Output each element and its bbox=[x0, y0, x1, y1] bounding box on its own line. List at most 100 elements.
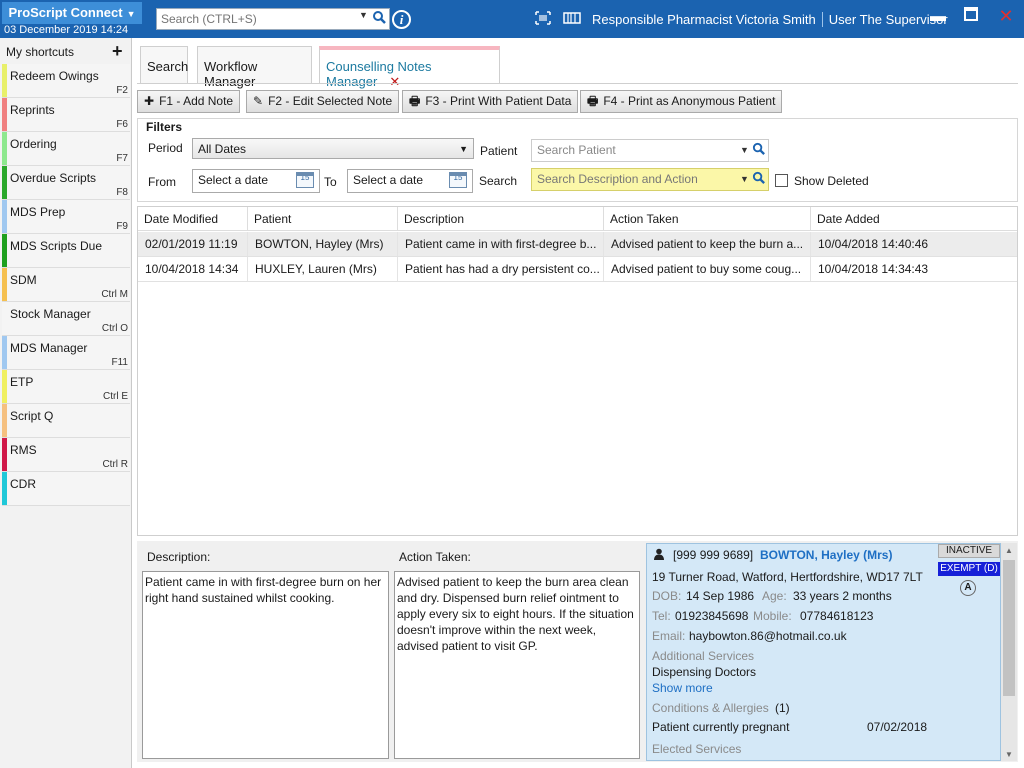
app-brand: ProScript Connect bbox=[8, 5, 123, 20]
shortcut-key: F8 bbox=[116, 187, 128, 198]
scanner-icon[interactable] bbox=[563, 11, 581, 28]
shortcut-item[interactable]: Redeem Owings F2 bbox=[2, 64, 130, 98]
scroll-down-icon[interactable]: ▼ bbox=[1005, 750, 1013, 759]
current-date: 03 December 2019 14:24 bbox=[4, 24, 129, 36]
scrollbar-thumb[interactable] bbox=[1003, 560, 1015, 696]
maximize-button[interactable] bbox=[961, 7, 981, 26]
shortcut-item[interactable]: Ordering F7 bbox=[2, 132, 130, 166]
chevron-down-icon[interactable]: ▼ bbox=[740, 140, 749, 160]
shortcut-item[interactable]: ETP Ctrl E bbox=[2, 370, 130, 404]
chevron-down-icon[interactable]: ▼ bbox=[740, 169, 749, 189]
dob-label: DOB: bbox=[652, 589, 682, 603]
chevron-down-icon: ▼ bbox=[459, 144, 468, 154]
shortcut-color-bar bbox=[2, 370, 7, 403]
table-cell: 10/04/2018 14:34:43 bbox=[818, 262, 929, 276]
app-menu-button[interactable]: ProScript Connect ▼ bbox=[2, 2, 142, 24]
shortcut-key: Ctrl E bbox=[103, 391, 128, 402]
shortcut-color-bar bbox=[2, 472, 7, 505]
shortcut-item[interactable]: RMS Ctrl R bbox=[2, 438, 130, 472]
shortcut-item[interactable]: Script Q bbox=[2, 404, 130, 438]
shortcut-item[interactable]: SDM Ctrl M bbox=[2, 268, 130, 302]
tab-search[interactable]: Search bbox=[140, 46, 188, 83]
shortcut-item[interactable]: MDS Scripts Due bbox=[2, 234, 130, 268]
column-header-patient[interactable]: Patient bbox=[248, 207, 398, 231]
global-search-input[interactable] bbox=[161, 11, 356, 27]
patient-label: Patient bbox=[480, 144, 518, 158]
print-with-data-button[interactable]: 🖶 F3 - Print With Patient Data bbox=[402, 90, 579, 113]
calendar-icon[interactable]: 15 bbox=[296, 172, 314, 188]
shortcut-color-bar bbox=[2, 336, 7, 369]
close-window-button[interactable]: ✕ bbox=[996, 6, 1016, 27]
barcode-icon[interactable] bbox=[535, 11, 551, 28]
patient-age: 33 years 2 months bbox=[793, 589, 892, 603]
condition-date: 07/02/2018 bbox=[867, 720, 928, 734]
chevron-down-icon[interactable]: ▼ bbox=[359, 10, 368, 20]
shortcut-item[interactable]: Overdue Scripts F8 bbox=[2, 166, 130, 200]
patient-search-field[interactable]: Search Patient ▼ bbox=[531, 139, 769, 162]
to-date-field[interactable]: Select a date 15 bbox=[347, 169, 473, 193]
table-row[interactable]: 10/04/2018 14:34 HUXLEY, Lauren (Mrs) Pati… bbox=[138, 257, 1017, 282]
table-row[interactable]: 02/01/2019 11:19 BOWTON, Hayley (Mrs) Pati… bbox=[138, 232, 1017, 257]
tab-workflow-manager[interactable]: Workflow Manager bbox=[197, 46, 312, 89]
responsible-pharmacist[interactable]: Responsible Pharmacist Victoria Smith bbox=[592, 12, 816, 27]
minimize-button[interactable]: ▬ bbox=[928, 8, 948, 26]
shortcut-key: F2 bbox=[116, 85, 128, 96]
close-tab-icon[interactable]: ✕ bbox=[389, 74, 400, 89]
shortcut-key: F6 bbox=[116, 119, 128, 130]
patient-nhs-number: [999 999 9689] bbox=[673, 548, 754, 562]
tab-divider bbox=[137, 83, 1018, 84]
period-value: All Dates bbox=[198, 142, 247, 156]
table-cell: Advised patient to buy some coug... bbox=[604, 257, 811, 281]
from-date-field[interactable]: Select a date 15 bbox=[192, 169, 320, 193]
show-deleted-checkbox[interactable] bbox=[775, 174, 788, 187]
additional-services-label: Additional Services bbox=[652, 649, 755, 663]
notes-search-field[interactable]: Search Description and Action ▼ bbox=[531, 168, 769, 191]
tab-search-label: Search bbox=[147, 59, 189, 74]
scroll-up-icon[interactable]: ▲ bbox=[1005, 546, 1013, 555]
from-date-placeholder: Select a date bbox=[198, 173, 269, 187]
column-header-date-added[interactable]: Date Added bbox=[811, 207, 1017, 231]
notes-search-placeholder: Search Description and Action bbox=[537, 172, 698, 186]
shortcut-item[interactable]: MDS Manager F11 bbox=[2, 336, 130, 370]
shortcut-color-bar bbox=[2, 98, 7, 131]
patient-name-link[interactable]: BOWTON, Hayley (Mrs) bbox=[760, 548, 892, 562]
add-note-button[interactable]: ✚ F1 - Add Note bbox=[137, 90, 241, 113]
description-textbox[interactable]: Patient came in with first-degree burn o… bbox=[142, 571, 389, 759]
patient-address: 19 Turner Road, Watford, Hertfordshire, … bbox=[652, 570, 923, 584]
table-cell: BOWTON, Hayley (Mrs) bbox=[248, 232, 398, 256]
calendar-day: 15 bbox=[453, 173, 463, 182]
show-deleted-label: Show Deleted bbox=[794, 174, 869, 188]
search-icon[interactable] bbox=[752, 142, 766, 162]
global-search-box[interactable]: ▼ bbox=[156, 8, 390, 30]
shortcut-item[interactable]: MDS Prep F9 bbox=[2, 200, 130, 234]
shortcut-label: ETP bbox=[10, 375, 34, 389]
shortcut-item[interactable]: Stock Manager Ctrl O bbox=[2, 302, 130, 336]
print-anonymous-button[interactable]: 🖶 F4 - Print as Anonymous Patient bbox=[580, 90, 783, 113]
tab-counselling-notes-manager[interactable]: Counselling Notes Manager ✕ bbox=[319, 46, 500, 89]
search-icon[interactable] bbox=[372, 10, 387, 28]
shortcut-color-bar bbox=[2, 132, 7, 165]
column-header-date-modified[interactable]: Date Modified bbox=[138, 207, 248, 231]
show-more-link[interactable]: Show more bbox=[652, 681, 713, 695]
info-icon[interactable]: i bbox=[392, 10, 411, 29]
person-icon bbox=[653, 548, 665, 563]
add-shortcut-icon[interactable]: + bbox=[112, 41, 123, 62]
calendar-icon[interactable]: 15 bbox=[449, 172, 467, 188]
action-taken-textbox[interactable]: Advised patient to keep the burn area cl… bbox=[394, 571, 640, 759]
conditions-count: (1) bbox=[775, 701, 790, 715]
shortcut-label: Overdue Scripts bbox=[10, 171, 97, 185]
column-header-description[interactable]: Description bbox=[398, 207, 604, 231]
calendar-day: 15 bbox=[300, 173, 310, 182]
column-header-action-taken[interactable]: Action Taken bbox=[604, 207, 811, 231]
edit-note-button[interactable]: ✎ F2 - Edit Selected Note bbox=[246, 90, 400, 113]
shortcut-key: Ctrl R bbox=[102, 459, 128, 470]
age-label: Age: bbox=[762, 589, 787, 603]
shortcut-label: MDS Prep bbox=[10, 205, 66, 219]
shortcut-item[interactable]: Reprints F6 bbox=[2, 98, 130, 132]
shortcut-label: MDS Manager bbox=[10, 341, 88, 355]
search-icon[interactable] bbox=[752, 171, 766, 191]
shortcut-color-bar bbox=[2, 404, 7, 437]
period-select[interactable]: All Dates ▼ bbox=[192, 138, 474, 159]
shortcut-item[interactable]: CDR bbox=[2, 472, 130, 506]
to-date-placeholder: Select a date bbox=[353, 173, 424, 187]
